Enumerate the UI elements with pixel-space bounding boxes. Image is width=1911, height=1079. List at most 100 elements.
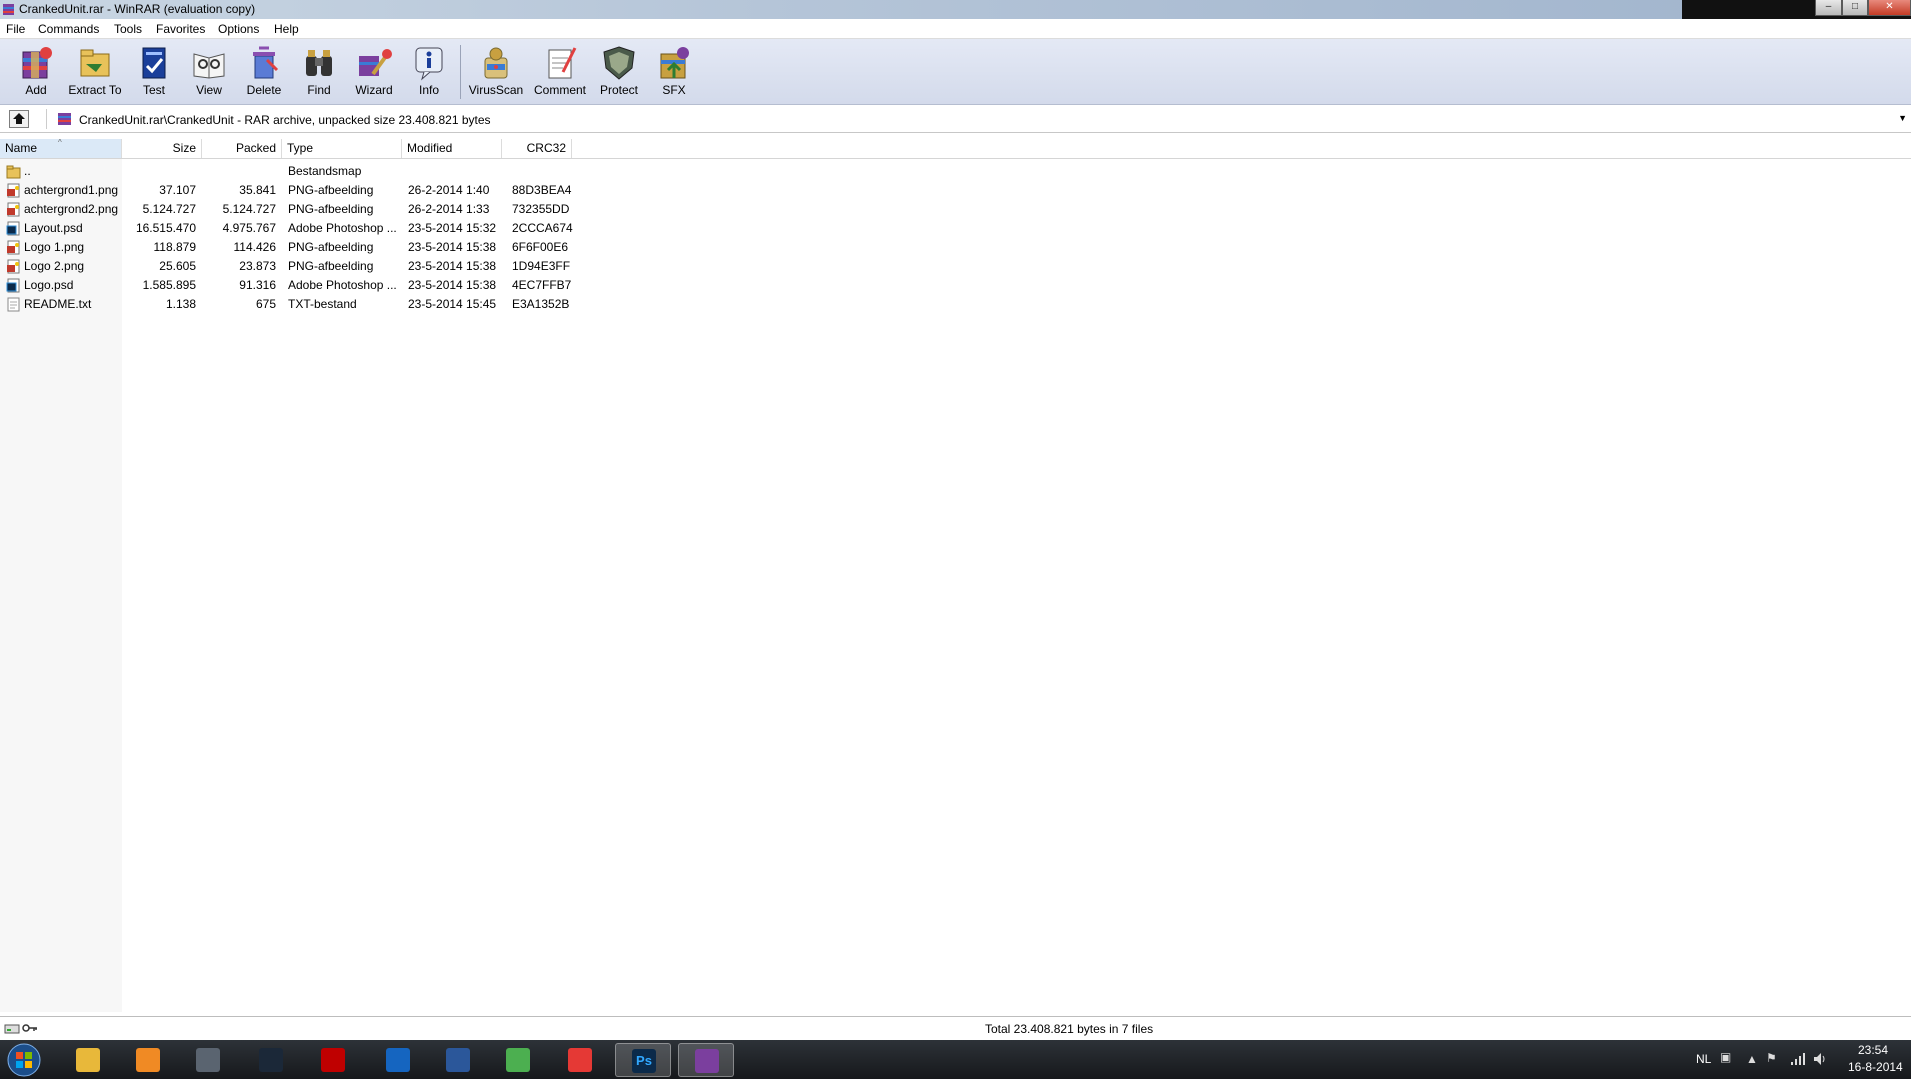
view-button[interactable]: View	[180, 44, 238, 102]
language-indicator[interactable]: NL	[1696, 1052, 1711, 1066]
file-row[interactable]: Logo.psd 1.585.895 91.316 Adobe Photoshop .…	[0, 276, 580, 295]
file-name: README.txt	[24, 297, 92, 311]
file-packed: 23.873	[239, 259, 276, 273]
start-button[interactable]	[4, 1042, 44, 1078]
path-field[interactable]: CrankedUnit.rar\CrankedUnit - RAR archiv…	[46, 109, 1907, 129]
column-modified[interactable]: Modified	[402, 139, 502, 158]
file-modified: 26-2-2014 1:33	[408, 202, 490, 216]
taskbar-chrome[interactable]	[490, 1043, 546, 1077]
volume-icon[interactable]	[1812, 1051, 1828, 1067]
notification-icon[interactable]: ▣	[1720, 1050, 1731, 1064]
png-file-icon	[7, 183, 20, 198]
find-button[interactable]: Find	[290, 44, 348, 102]
taskbar-photoshop[interactable]: Ps	[615, 1043, 671, 1077]
minimize-button[interactable]: –	[1815, 0, 1842, 16]
pdf-reader-icon	[568, 1048, 592, 1072]
up-folder-button[interactable]	[9, 110, 29, 128]
menu-commands[interactable]: Commands	[38, 22, 99, 36]
drive-icon[interactable]	[4, 1023, 20, 1034]
toolbar: Add Extract To Test View Delete Find Wiz…	[0, 39, 1911, 105]
add-icon	[22, 47, 52, 79]
menu-bar: File Commands Tools Favorites Options He…	[0, 19, 1911, 39]
clock-time[interactable]: 23:54	[1858, 1043, 1888, 1057]
file-packed: 5.124.727	[222, 202, 276, 216]
delete-button[interactable]: Delete	[235, 44, 293, 102]
network-icon[interactable]	[1790, 1052, 1806, 1066]
taskbar-filezilla[interactable]	[305, 1043, 361, 1077]
extract-to-button[interactable]: Extract To	[66, 44, 124, 102]
add-button[interactable]: Add	[7, 44, 65, 102]
winrar-icon	[3, 4, 14, 15]
file-type: PNG-afbeelding	[288, 259, 374, 273]
path-dropdown-icon[interactable]: ▼	[1898, 113, 1907, 123]
wizard-icon	[359, 49, 392, 76]
close-button[interactable]: ✕	[1868, 0, 1911, 16]
winrar-icon	[695, 1049, 719, 1073]
taskbar-word[interactable]	[430, 1043, 486, 1077]
menu-favorites[interactable]: Favorites	[156, 22, 205, 36]
menu-options[interactable]: Options	[218, 22, 259, 36]
title-bar[interactable]: CrankedUnit.rar - WinRAR (evaluation cop…	[0, 0, 1911, 19]
maximize-button[interactable]: □	[1842, 0, 1868, 16]
show-hidden-icons-icon[interactable]: ▲	[1746, 1052, 1758, 1066]
menu-file[interactable]: File	[6, 22, 25, 36]
protect-icon	[603, 46, 635, 80]
taskbar-winrar[interactable]	[678, 1043, 734, 1077]
sort-ascending-icon: ^	[58, 138, 62, 147]
file-row[interactable]: Logo 2.png 25.605 23.873 PNG-afbeelding 23-5…	[0, 257, 580, 276]
file-row[interactable]: .. Bestandsmap	[0, 162, 580, 181]
file-row[interactable]: README.txt 1.138 675 TXT-bestand 23-5-2014 1…	[0, 295, 580, 314]
taskbar-steam[interactable]	[243, 1043, 299, 1077]
file-crc32: E3A1352B	[512, 297, 570, 311]
test-button[interactable]: Test	[125, 44, 183, 102]
status-bar: Total 23.408.821 bytes in 7 files	[0, 1016, 1911, 1040]
file-row[interactable]: achtergrond1.png 37.107 35.841 PNG-afbeeldi…	[0, 181, 580, 200]
file-size: 16.515.470	[135, 221, 196, 235]
virusscan-button[interactable]: VirusScan	[467, 44, 525, 102]
comment-button[interactable]: Comment	[531, 44, 589, 102]
column-packed[interactable]: Packed	[202, 139, 282, 158]
steam-icon	[259, 1048, 283, 1072]
file-size: 25.605	[159, 259, 196, 273]
file-list-header: Name ^ Size Packed Type Modified CRC32	[0, 138, 1911, 159]
file-row[interactable]: Layout.psd 16.515.470 4.975.767 Adobe Photo…	[0, 219, 580, 238]
menu-tools[interactable]: Tools	[114, 22, 142, 36]
wizard-button[interactable]: Wizard	[345, 44, 403, 102]
menu-help[interactable]: Help	[274, 22, 299, 36]
column-type[interactable]: Type	[282, 139, 402, 158]
taskbar-app-dark[interactable]	[180, 1043, 236, 1077]
psd-file-icon	[6, 278, 20, 293]
clock-date[interactable]: 16-8-2014	[1848, 1060, 1903, 1074]
photoshop-icon: Ps	[632, 1049, 656, 1073]
column-name[interactable]: Name ^	[0, 138, 122, 158]
taskbar-outlook[interactable]	[370, 1043, 426, 1077]
app-dark-icon	[196, 1048, 220, 1072]
file-name: ..	[24, 164, 31, 178]
taskbar-pdf-reader[interactable]	[552, 1043, 608, 1077]
sfx-button[interactable]: SFX	[645, 44, 703, 102]
taskbar-media-player[interactable]	[120, 1043, 176, 1077]
file-crc32: 88D3BEA4	[512, 183, 572, 197]
key-icon[interactable]	[22, 1023, 38, 1034]
column-crc32[interactable]: CRC32	[502, 139, 572, 158]
file-type: PNG-afbeelding	[288, 240, 374, 254]
action-center-flag-icon[interactable]: ⚑	[1766, 1051, 1777, 1065]
file-type: Bestandsmap	[288, 164, 362, 178]
find-icon	[306, 50, 332, 76]
file-type: Adobe Photoshop ...	[288, 278, 397, 292]
extract-icon	[80, 49, 110, 77]
taskbar-explorer[interactable]	[60, 1043, 116, 1077]
taskbar: Ps NL ▣ ▲ ⚑ 23:54 16-8-2014	[0, 1040, 1911, 1079]
column-size[interactable]: Size	[122, 139, 202, 158]
media-player-icon	[136, 1048, 160, 1072]
file-size: 1.138	[165, 297, 196, 311]
png-file-icon	[7, 259, 20, 274]
file-size: 5.124.727	[142, 202, 196, 216]
file-row[interactable]: Logo 1.png 118.879 114.426 PNG-afbeelding 23…	[0, 238, 580, 257]
file-row[interactable]: achtergrond2.png 5.124.727 5.124.727 PNG-af…	[0, 200, 580, 219]
info-button[interactable]: Info	[400, 44, 458, 102]
chrome-icon	[506, 1048, 530, 1072]
file-modified: 23-5-2014 15:38	[408, 259, 497, 273]
protect-button[interactable]: Protect	[590, 44, 648, 102]
png-file-icon	[7, 240, 20, 255]
